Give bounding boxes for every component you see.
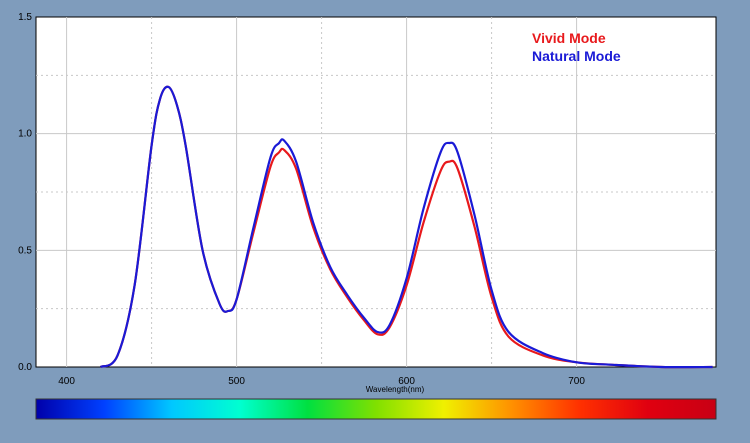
y-tick-label: 1.0 bbox=[18, 129, 32, 140]
x-axis-title: Wavelength(nm) bbox=[366, 385, 425, 394]
chart-canvas: 0.00.51.01.5 400 500 600 700 Vivid ModeNatu… bbox=[18, 12, 717, 420]
x-tick-label: 400 bbox=[58, 376, 75, 387]
y-axis-ticks: 0.0 0.5 1.0 1.5 bbox=[18, 12, 32, 373]
y-tick-label: 0.0 bbox=[18, 362, 32, 373]
y-tick-label: 1.5 bbox=[18, 12, 32, 23]
spectrum-chart: 0.0 0.5 1.0 1.5 400 500 600 700 Vivid Mode Natu… bbox=[0, 0, 750, 443]
x-tick-label: 700 bbox=[568, 376, 585, 387]
x-tick-label: 500 bbox=[228, 376, 245, 387]
x-axis-ticks: 400 500 600 700 bbox=[58, 376, 585, 387]
legend-item: Natural Mode bbox=[532, 48, 621, 64]
wavelength-color-bar bbox=[35, 398, 717, 420]
legend-item: Vivid Mode bbox=[532, 30, 606, 46]
y-tick-label: 0.5 bbox=[18, 245, 32, 256]
